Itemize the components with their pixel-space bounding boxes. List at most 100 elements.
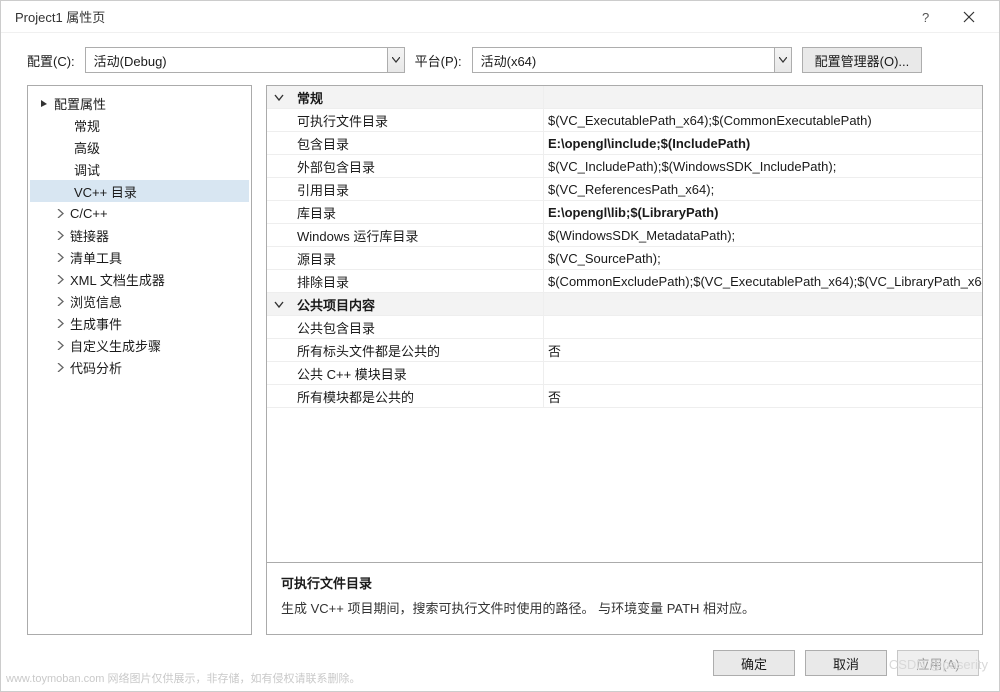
property-name: 排除目录: [291, 272, 543, 291]
property-group-header[interactable]: 公共项目内容: [267, 293, 982, 316]
property-panel: 常规可执行文件目录$(VC_ExecutablePath_x64);$(Comm…: [266, 85, 983, 635]
property-row[interactable]: 所有模块都是公共的否: [267, 385, 982, 408]
config-dropdown[interactable]: 活动(Debug): [85, 47, 405, 73]
config-manager-button[interactable]: 配置管理器(O)...: [802, 47, 923, 73]
property-value[interactable]: [543, 362, 982, 384]
property-row[interactable]: 公共 C++ 模块目录: [267, 362, 982, 385]
tree-item[interactable]: 清单工具: [30, 246, 249, 268]
property-value[interactable]: 否: [543, 385, 982, 407]
property-row[interactable]: Windows 运行库目录$(WindowsSDK_MetadataPath);: [267, 224, 982, 247]
platform-dropdown[interactable]: 活动(x64): [472, 47, 792, 73]
tree-item-label: 清单工具: [70, 248, 122, 267]
property-row[interactable]: 源目录$(VC_SourcePath);: [267, 247, 982, 270]
property-value[interactable]: E:\opengl\lib;$(LibraryPath): [543, 201, 982, 223]
configuration-row: 配置(C): 活动(Debug) 平台(P): 活动(x64) 配置管理器(O)…: [1, 33, 999, 85]
tree-item-label: 生成事件: [70, 314, 122, 333]
tree-item-label: VC++ 目录: [74, 182, 137, 201]
tree-expand-icon[interactable]: [54, 317, 66, 329]
tree-item-label: XML 文档生成器: [70, 270, 165, 289]
property-value[interactable]: $(CommonExcludePath);$(VC_ExecutablePath…: [543, 270, 982, 292]
property-row[interactable]: 包含目录E:\opengl\include;$(IncludePath): [267, 132, 982, 155]
tree-panel[interactable]: 配置属性 常规高级调试 VC++ 目录 C/C++ 链接器清单工具 XML 文档生成器浏…: [27, 85, 252, 635]
description-box: 可执行文件目录 生成 VC++ 项目期间，搜索可执行文件时使用的路径。 与环境变…: [266, 563, 983, 635]
tree-expand-icon[interactable]: [54, 361, 66, 373]
tree-item[interactable]: 浏览信息: [30, 290, 249, 312]
window-title: Project1 属性页: [15, 7, 903, 26]
property-value[interactable]: E:\opengl\include;$(IncludePath): [543, 132, 982, 154]
property-name: 公共包含目录: [291, 318, 543, 337]
tree-item-label: 常规: [74, 116, 100, 135]
tree-expand-icon[interactable]: [54, 207, 66, 219]
property-row[interactable]: 公共包含目录: [267, 316, 982, 339]
group-name: 公共项目内容: [291, 295, 543, 314]
group-collapse-icon[interactable]: [267, 299, 291, 309]
property-row[interactable]: 可执行文件目录$(VC_ExecutablePath_x64);$(Common…: [267, 109, 982, 132]
property-value[interactable]: 否: [543, 339, 982, 361]
property-row[interactable]: 外部包含目录$(VC_IncludePath);$(WindowsSDK_Inc…: [267, 155, 982, 178]
tree-expand-icon[interactable]: [54, 295, 66, 307]
tree-item[interactable]: VC++ 目录: [30, 180, 249, 202]
property-name: 所有模块都是公共的: [291, 387, 543, 406]
tree-item[interactable]: 代码分析: [30, 356, 249, 378]
property-name: 引用目录: [291, 180, 543, 199]
tree-expand-icon[interactable]: [54, 273, 66, 285]
cancel-button[interactable]: 取消: [805, 650, 887, 676]
close-button[interactable]: [947, 2, 991, 32]
property-row[interactable]: 引用目录$(VC_ReferencesPath_x64);: [267, 178, 982, 201]
tree-item-label: C/C++: [70, 206, 108, 221]
tree-expand-icon[interactable]: [54, 339, 66, 351]
svg-text:?: ?: [922, 11, 929, 23]
tree-item[interactable]: XML 文档生成器: [30, 268, 249, 290]
property-name: 所有标头文件都是公共的: [291, 341, 543, 360]
property-name: 可执行文件目录: [291, 111, 543, 130]
property-name: 源目录: [291, 249, 543, 268]
property-dialog: Project1 属性页 ? 配置(C): 活动(Debug) 平台(P): 活…: [0, 0, 1000, 692]
property-value[interactable]: $(VC_IncludePath);$(WindowsSDK_IncludePa…: [543, 155, 982, 177]
config-label: 配置(C):: [27, 51, 75, 70]
body: 配置属性 常规高级调试 VC++ 目录 C/C++ 链接器清单工具 XML 文档生成器浏…: [1, 85, 999, 635]
property-value[interactable]: $(VC_ReferencesPath_x64);: [543, 178, 982, 200]
property-row[interactable]: 库目录E:\opengl\lib;$(LibraryPath): [267, 201, 982, 224]
tree-item-label: 调试: [74, 160, 100, 179]
property-grid[interactable]: 常规可执行文件目录$(VC_ExecutablePath_x64);$(Comm…: [266, 85, 983, 563]
tree-collapse-icon[interactable]: [38, 97, 50, 109]
property-value[interactable]: [543, 316, 982, 338]
property-row[interactable]: 排除目录$(CommonExcludePath);$(VC_Executable…: [267, 270, 982, 293]
property-value[interactable]: $(VC_SourcePath);: [543, 247, 982, 269]
dialog-buttons: 确定 取消 应用(A): [1, 635, 999, 691]
tree-item[interactable]: 生成事件: [30, 312, 249, 334]
chevron-down-icon: [387, 48, 404, 72]
tree-item[interactable]: 高级: [30, 136, 249, 158]
tree-root[interactable]: 配置属性: [30, 92, 249, 114]
property-value[interactable]: $(WindowsSDK_MetadataPath);: [543, 224, 982, 246]
tree-item[interactable]: 链接器: [30, 224, 249, 246]
platform-label: 平台(P):: [415, 51, 462, 70]
tree-item[interactable]: 自定义生成步骤: [30, 334, 249, 356]
tree-expand-icon[interactable]: [54, 229, 66, 241]
property-row[interactable]: 所有标头文件都是公共的否: [267, 339, 982, 362]
tree-item-label: 链接器: [70, 226, 109, 245]
tree-item-label: 代码分析: [70, 358, 122, 377]
property-name: 外部包含目录: [291, 157, 543, 176]
tree-expand-icon[interactable]: [54, 251, 66, 263]
property-value[interactable]: $(VC_ExecutablePath_x64);$(CommonExecuta…: [543, 109, 982, 131]
description-text: 生成 VC++ 项目期间，搜索可执行文件时使用的路径。 与环境变量 PATH 相…: [281, 598, 968, 617]
property-name: 公共 C++ 模块目录: [291, 364, 543, 383]
tree-item[interactable]: 常规: [30, 114, 249, 136]
group-collapse-icon[interactable]: [267, 92, 291, 102]
chevron-down-icon: [774, 48, 791, 72]
property-name: 库目录: [291, 203, 543, 222]
tree-item-label: 高级: [74, 138, 100, 157]
apply-button[interactable]: 应用(A): [897, 650, 979, 676]
titlebar: Project1 属性页 ?: [1, 1, 999, 33]
help-button[interactable]: ?: [903, 2, 947, 32]
property-name: Windows 运行库目录: [291, 226, 543, 245]
property-group-header[interactable]: 常规: [267, 86, 982, 109]
tree-item[interactable]: 调试: [30, 158, 249, 180]
group-name: 常规: [291, 88, 543, 107]
description-title: 可执行文件目录: [281, 573, 968, 592]
tree-item-label: 浏览信息: [70, 292, 122, 311]
tree-item[interactable]: C/C++: [30, 202, 249, 224]
tree-item-label: 自定义生成步骤: [70, 336, 161, 355]
ok-button[interactable]: 确定: [713, 650, 795, 676]
